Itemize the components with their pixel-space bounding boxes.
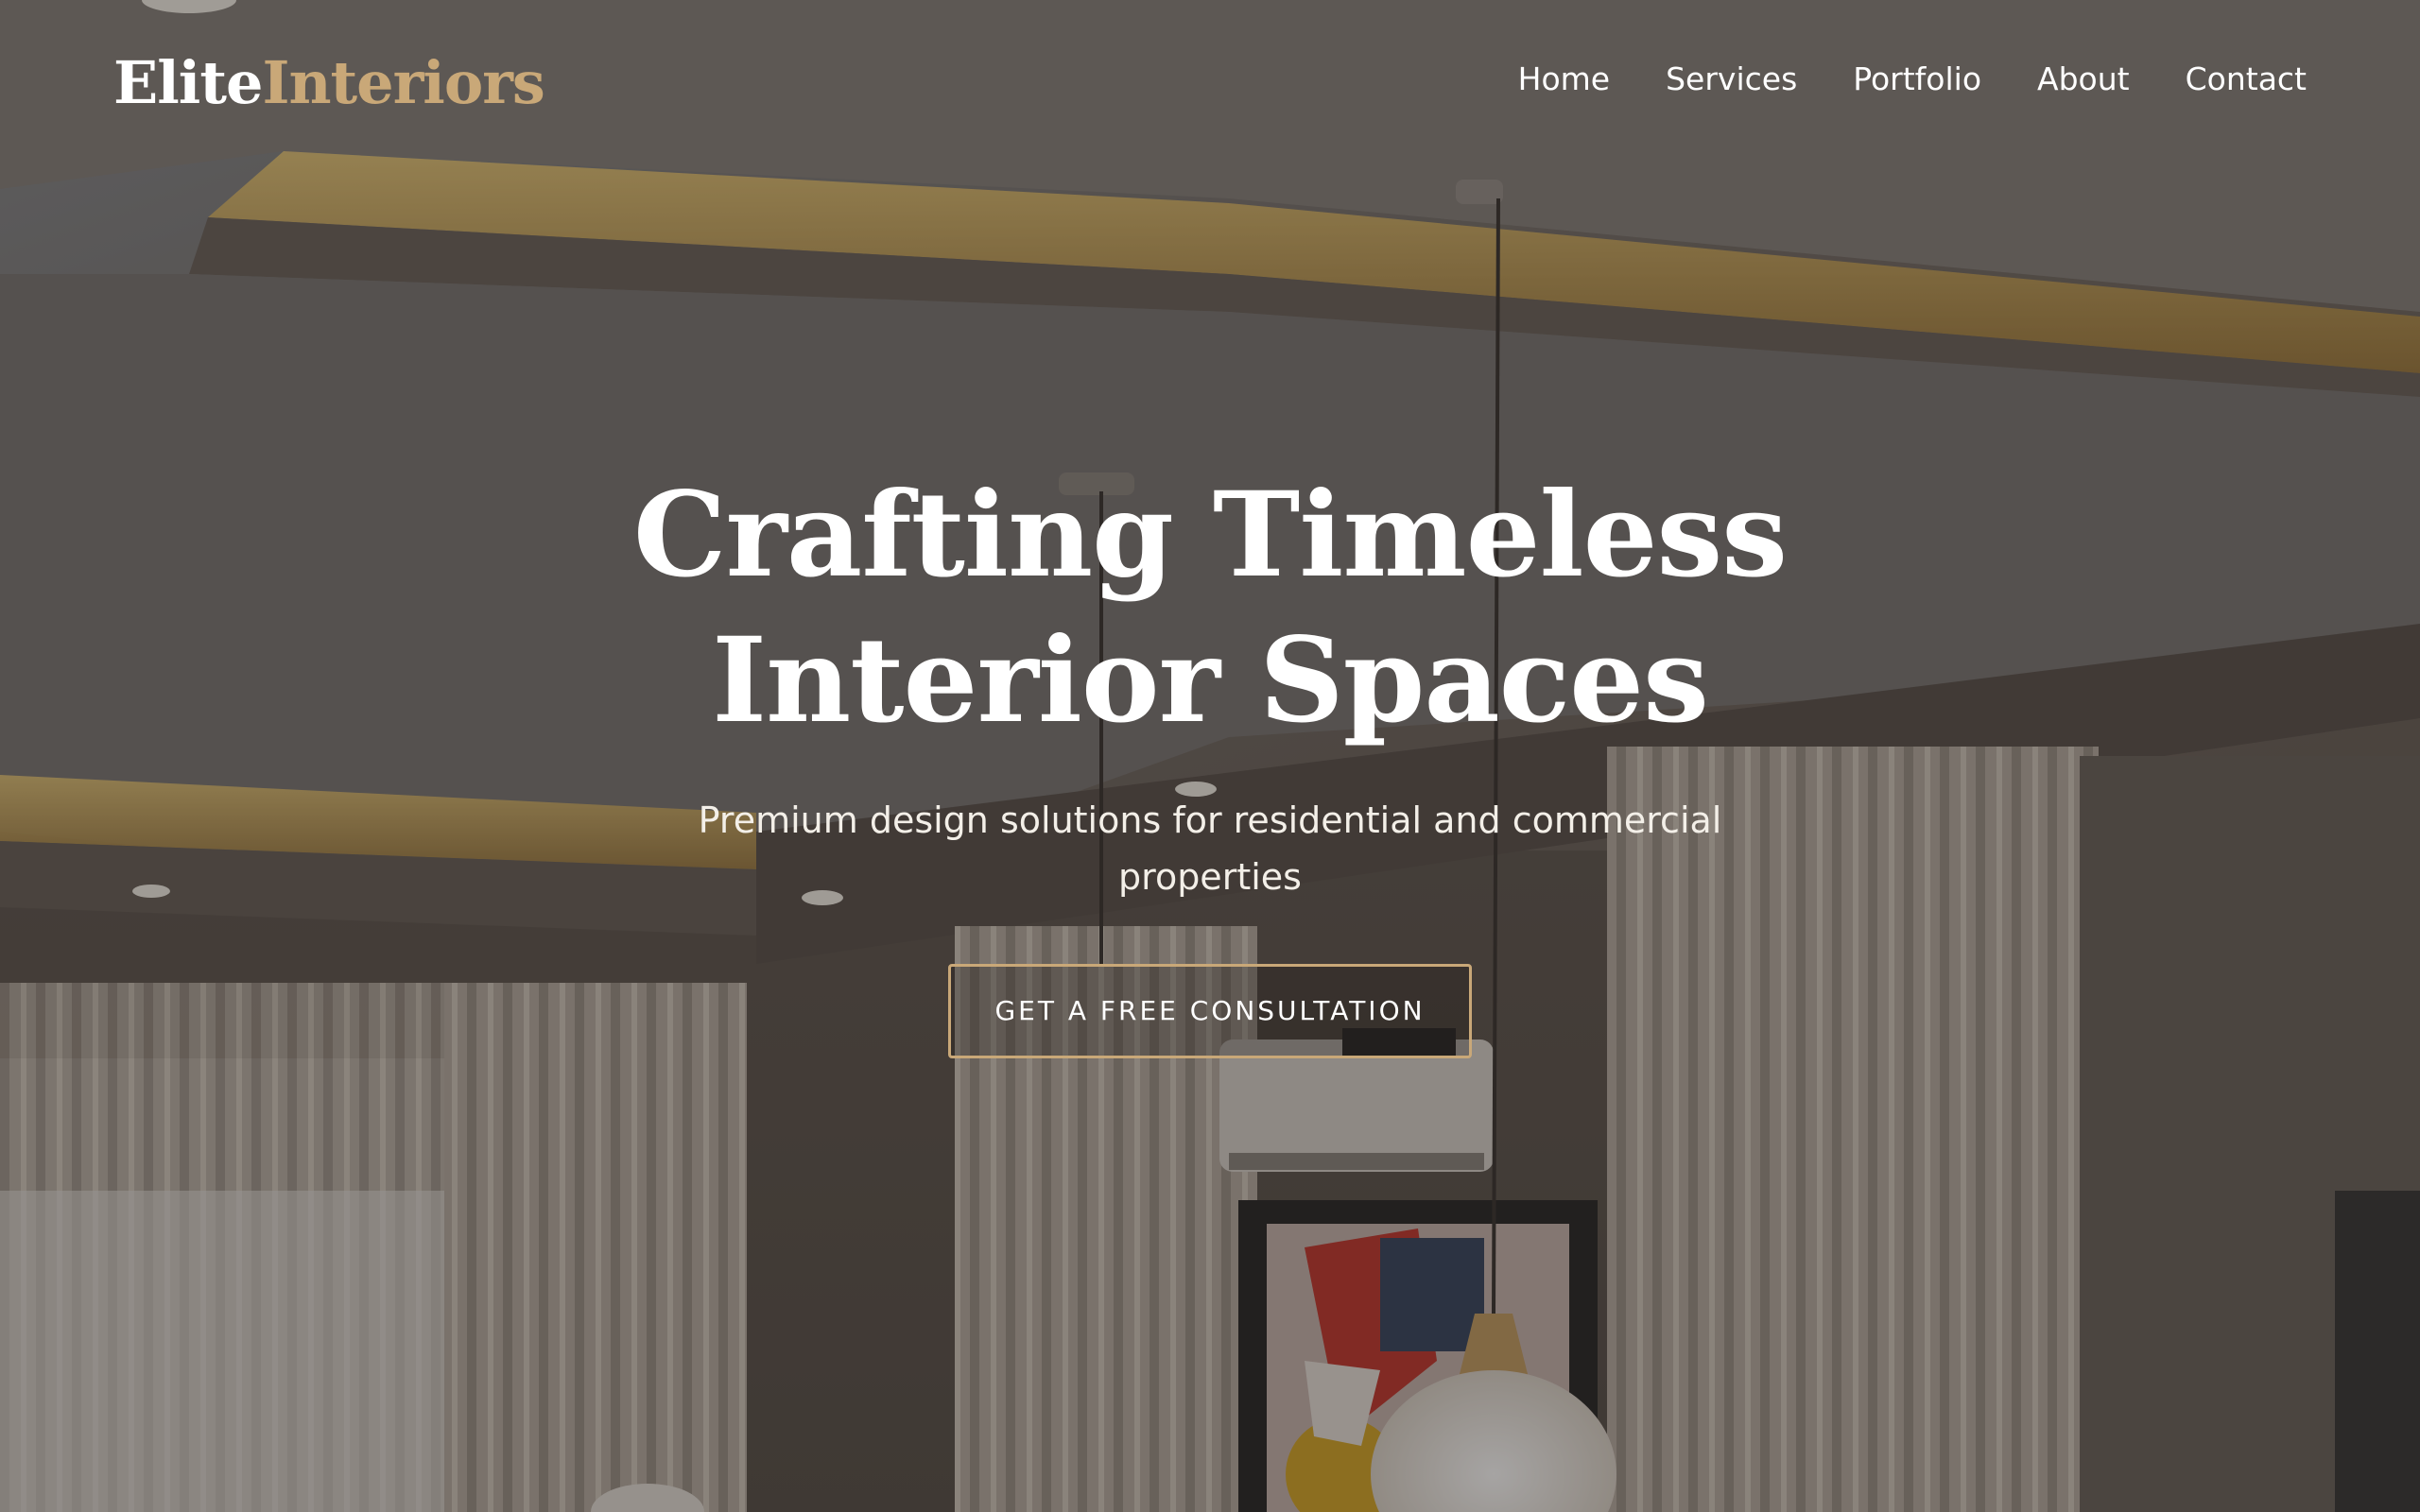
nav-link-contact[interactable]: Contact bbox=[2186, 55, 2307, 104]
hero-subtitle: Premium design solutions for residential… bbox=[698, 799, 1722, 898]
hero-title-line-2: Interior Spaces bbox=[712, 612, 1709, 749]
nav-link-home[interactable]: Home bbox=[1518, 55, 1610, 104]
nav-link-portfolio[interactable]: Portfolio bbox=[1853, 55, 1981, 104]
nav-link-about[interactable]: About bbox=[2037, 55, 2130, 104]
site-header: EliteInteriors Home Services Portfolio A… bbox=[0, 0, 2420, 165]
hero-section: Crafting Timeless Interior Spaces Premiu… bbox=[0, 463, 2420, 1058]
brand-name-primary: Elite bbox=[113, 48, 263, 117]
hero-title: Crafting Timeless Interior Spaces bbox=[596, 463, 1824, 754]
brand-logo[interactable]: EliteInteriors bbox=[113, 45, 545, 121]
main-nav: Home Services Portfolio About Contact bbox=[1518, 55, 2307, 104]
hero-title-line-1: Crafting Timeless bbox=[632, 467, 1788, 604]
brand-name-accent: Interiors bbox=[262, 48, 544, 117]
nav-link-services[interactable]: Services bbox=[1666, 55, 1797, 104]
free-consultation-button[interactable]: GET A FREE CONSULTATION bbox=[948, 964, 1472, 1058]
